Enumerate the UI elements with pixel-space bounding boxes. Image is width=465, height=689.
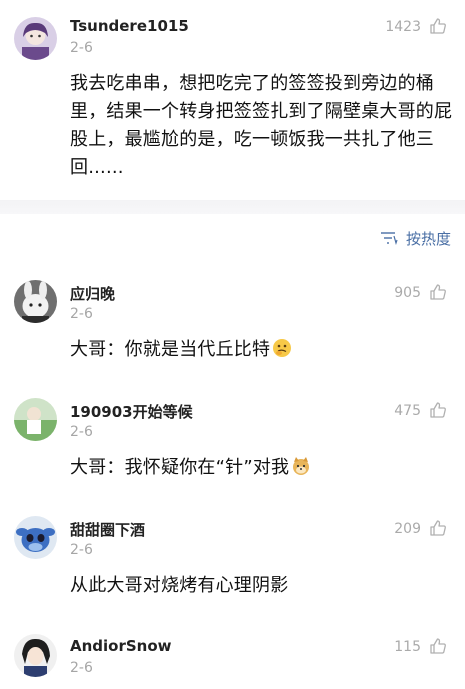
username[interactable]: 190903开始等候: [70, 401, 193, 422]
username[interactable]: 甜甜圈下酒: [70, 519, 145, 540]
avatar[interactable]: [14, 17, 57, 60]
thumbs-up-icon[interactable]: [429, 283, 447, 301]
sort-by-hot-button[interactable]: 按热度: [406, 228, 451, 249]
username[interactable]: AndiorSnow: [70, 637, 172, 655]
thumbs-up-icon[interactable]: [429, 637, 447, 655]
thumbs-up-icon[interactable]: [429, 401, 447, 419]
avatar[interactable]: [14, 634, 57, 677]
like-count: 209: [394, 521, 421, 537]
sort-bar: 按热度: [0, 214, 465, 264]
comment-text: 大哥：我怀疑你在“针”对我: [70, 454, 455, 482]
comment-text-body: 大哥：你就是当代丘比特: [70, 339, 271, 360]
comment-date: 2-6: [70, 40, 93, 56]
comment-date: 2-6: [70, 306, 93, 322]
avatar[interactable]: [14, 398, 57, 441]
comment-date: 2-6: [70, 660, 93, 676]
comment-text: 大哥：你就是当代丘比特: [70, 336, 455, 364]
comment-text: 我去吃串串，想把吃完了的签签投到旁边的桶里，结果一个转身把签签扎到了隔壁桌大哥的…: [70, 73, 453, 178]
comment-text: 从此大哥对烧烤有心理阴影: [70, 575, 289, 596]
username[interactable]: Tsundere1015: [70, 17, 189, 35]
thinking-face-emoji: [272, 338, 292, 358]
avatar[interactable]: [14, 280, 57, 323]
thumbs-up-icon[interactable]: [429, 519, 447, 537]
thumbs-up-icon[interactable]: [429, 17, 447, 35]
comment-date: 2-6: [70, 542, 93, 558]
sort-icon[interactable]: [380, 231, 398, 245]
doge-emoji: [291, 456, 311, 476]
comment-text-body: 大哥：我怀疑你在“针”对我: [70, 457, 290, 478]
like-count: 905: [394, 285, 421, 301]
like-count: 475: [394, 403, 421, 419]
avatar[interactable]: [14, 516, 57, 559]
username[interactable]: 应归晚: [70, 283, 115, 304]
like-count: 1423: [385, 19, 421, 35]
like-count: 115: [394, 639, 421, 655]
section-divider: [0, 200, 465, 214]
comment-date: 2-6: [70, 424, 93, 440]
